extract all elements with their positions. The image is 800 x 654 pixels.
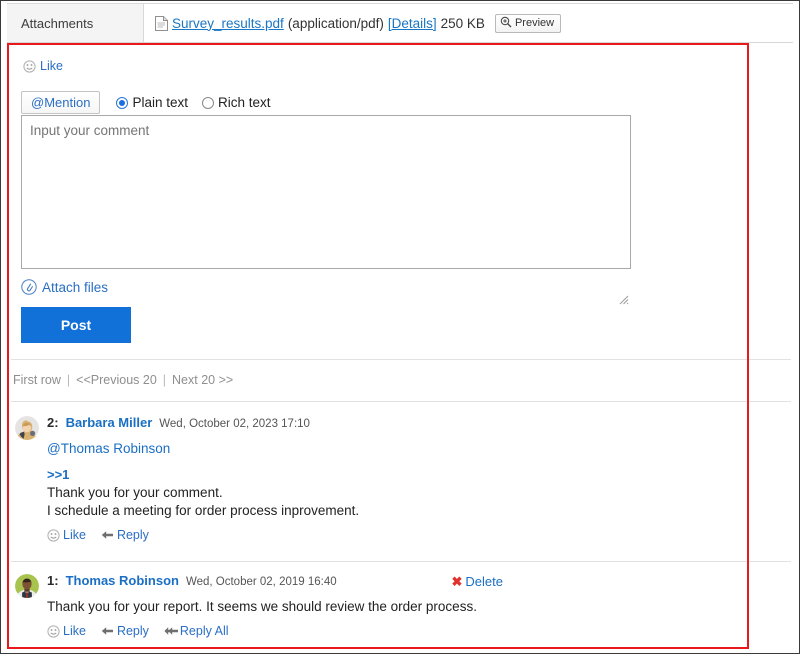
comment-body-line: I schedule a meeting for order process i… — [47, 503, 360, 518]
zoom-in-icon — [500, 16, 512, 31]
comment-delete-label: Delete — [465, 574, 503, 589]
pager-first-row[interactable]: First row — [13, 373, 61, 387]
comment-number: 1: — [47, 573, 59, 588]
attachments-row: Attachments Survey_results.pdf (applicat… — [7, 3, 793, 43]
pager-previous[interactable]: <<Previous 20 — [76, 373, 157, 387]
preview-button[interactable]: Preview — [494, 13, 562, 33]
comment-number: 2: — [47, 415, 59, 430]
radio-plain-text[interactable]: Plain text — [116, 95, 188, 110]
preview-button-label: Preview — [514, 17, 555, 29]
divider-above-pager — [11, 359, 791, 360]
reply-all-arrow-icon — [164, 626, 178, 637]
attachment-details-link[interactable]: [Details] — [388, 16, 437, 31]
smiley-icon — [23, 59, 36, 73]
comment-body-line: Thank you for your comment. — [47, 485, 223, 500]
comment-item-2: 2: Barbara Miller Wed, October 02, 2023 … — [15, 415, 741, 542]
reply-arrow-icon — [101, 530, 114, 541]
comment-body-line: Thank you for your report. It seems we s… — [47, 599, 477, 614]
comment-reply-all-button[interactable]: Reply All — [164, 624, 229, 638]
attachment-file-size: 250 KB — [440, 15, 485, 31]
reply-arrow-icon — [101, 626, 114, 637]
attachments-value: Survey_results.pdf (application/pdf) [De… — [144, 4, 793, 42]
comment-reply-all-label: Reply All — [179, 624, 229, 638]
attachment-mime-type: (application/pdf) — [287, 15, 384, 31]
smiley-icon — [47, 528, 60, 542]
post-like-label: Like — [40, 59, 63, 73]
document-icon — [155, 15, 168, 31]
comment-like-button[interactable]: Like — [47, 528, 86, 542]
attachments-label: Attachments — [7, 4, 144, 42]
comment-reply-label: Reply — [116, 624, 149, 638]
pager-next[interactable]: Next 20 >> — [172, 373, 233, 387]
radio-rich-text-label: Rich text — [217, 95, 271, 110]
pager-separator-1: | — [66, 373, 71, 387]
comment-like-label: Like — [63, 528, 86, 542]
pager-separator-2: | — [162, 373, 167, 387]
comment-mention[interactable]: @Thomas Robinson — [47, 441, 741, 456]
divider-between-comments — [11, 561, 791, 562]
comment-reply-button[interactable]: Reply — [101, 624, 149, 638]
comment-input[interactable] — [21, 115, 631, 269]
attach-files-label: Attach files — [42, 279, 109, 295]
avatar-barbara-miller — [15, 416, 39, 440]
textarea-resize-handle[interactable] — [617, 293, 629, 305]
paperclip-icon — [21, 279, 37, 295]
comment-reply-label: Reply — [116, 528, 149, 542]
post-like-button[interactable]: Like — [23, 59, 63, 73]
format-radio-group: Plain text Rich text — [116, 95, 271, 110]
avatar-thomas-robinson — [15, 574, 39, 598]
comment-quote-link[interactable]: >>1 — [47, 467, 741, 482]
comment-toolbar: @Mention Plain text Rich text — [21, 91, 271, 114]
comment-like-button[interactable]: Like — [47, 624, 86, 638]
comment-author[interactable]: Thomas Robinson — [66, 573, 179, 588]
radio-rich-text-dot[interactable] — [201, 96, 214, 109]
pagination: First row | <<Previous 20 | Next 20 >> — [13, 373, 233, 387]
comment-date: Wed, October 02, 2023 17:10 — [159, 418, 310, 430]
screenshot-frame: Attachments Survey_results.pdf (applicat… — [0, 0, 800, 654]
divider-below-pager — [11, 401, 791, 402]
comment-author[interactable]: Barbara Miller — [66, 415, 153, 430]
mention-button[interactable]: @Mention — [21, 91, 101, 114]
attach-files-button[interactable]: Attach files — [21, 279, 108, 295]
smiley-icon — [47, 624, 60, 638]
radio-plain-text-label: Plain text — [132, 95, 188, 110]
post-button[interactable]: Post — [21, 307, 131, 343]
comment-item-1: 1: Thomas Robinson Wed, October 02, 2019… — [15, 573, 741, 638]
comment-like-label: Like — [63, 624, 86, 638]
comment-date: Wed, October 02, 2019 16:40 — [185, 576, 337, 588]
attachment-file-link[interactable]: Survey_results.pdf — [172, 16, 284, 31]
radio-rich-text[interactable]: Rich text — [201, 95, 271, 110]
comment-reply-button[interactable]: Reply — [101, 528, 149, 542]
red-x-icon: ✖ — [451, 574, 463, 589]
comment-delete-button[interactable]: ✖ Delete — [452, 574, 503, 589]
radio-plain-text-dot[interactable] — [116, 96, 129, 109]
